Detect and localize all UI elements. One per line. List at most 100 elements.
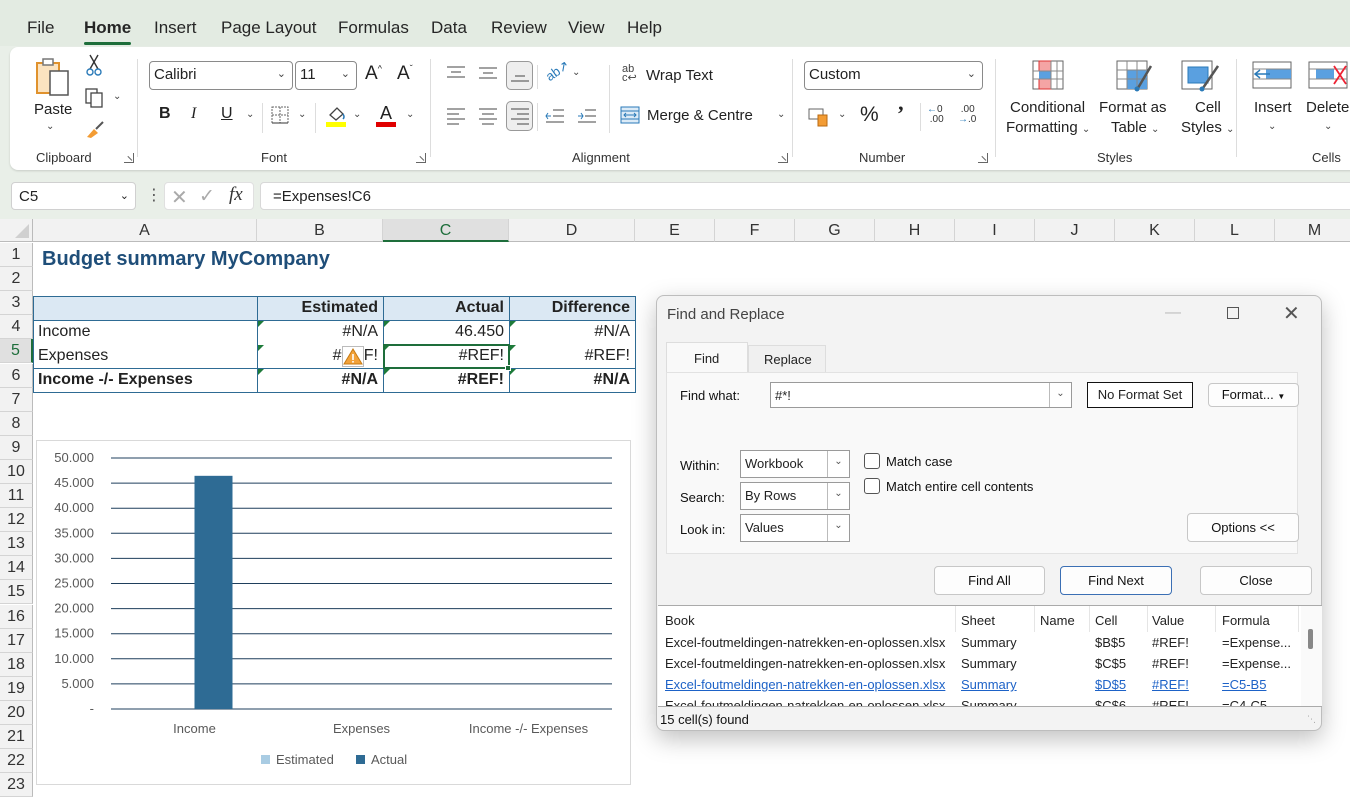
- column-header-i[interactable]: I: [955, 219, 1035, 242]
- row-header-1[interactable]: 1: [0, 243, 33, 268]
- row-header-2[interactable]: 2: [0, 267, 33, 292]
- column-header-h[interactable]: H: [875, 219, 955, 242]
- result-cell[interactable]: =C4-C5: [1222, 698, 1267, 706]
- column-header-e[interactable]: E: [635, 219, 715, 242]
- copy-dropdown-icon[interactable]: ⌄: [113, 91, 121, 102]
- result-cell[interactable]: Excel-foutmeldingen-natrekken-en-oplosse…: [665, 698, 945, 706]
- row-header-9[interactable]: 9: [0, 435, 33, 460]
- tab-view[interactable]: View: [568, 18, 605, 38]
- row-header-4[interactable]: 4: [0, 315, 33, 340]
- comma-style-button[interactable]: ’: [897, 101, 904, 127]
- result-cell[interactable]: #REF!: [1152, 698, 1189, 706]
- row-header-8[interactable]: 8: [0, 411, 33, 436]
- copy-icon[interactable]: [84, 87, 106, 109]
- result-cell[interactable]: =Expense...: [1222, 635, 1291, 650]
- number-launcher-icon[interactable]: [978, 153, 988, 163]
- font-name-dropdown[interactable]: Calibri ⌄: [149, 61, 293, 90]
- more-options-icon[interactable]: ⋮: [146, 185, 162, 205]
- results-scrollbar[interactable]: [1301, 606, 1322, 706]
- value-cell[interactable]: #N/A: [509, 368, 635, 392]
- row-header-7[interactable]: 7: [0, 387, 33, 412]
- chevron-down-icon[interactable]: ⌄: [1049, 383, 1071, 407]
- column-header-b[interactable]: B: [257, 219, 383, 242]
- row-header-5[interactable]: 5: [0, 339, 33, 364]
- font-size-dropdown[interactable]: 11 ⌄: [295, 61, 357, 90]
- sheet-title[interactable]: Budget summary MyCompany: [37, 246, 335, 272]
- scrollbar-thumb[interactable]: [1308, 629, 1313, 649]
- cancel-icon[interactable]: ✕: [171, 185, 188, 210]
- match-case-checkbox[interactable]: [864, 453, 880, 469]
- tab-file[interactable]: File: [27, 18, 54, 38]
- error-options-button[interactable]: [342, 346, 364, 367]
- chart[interactable]: - 5.000 10.000 15.000 20.000 25.000 30.000 35.0…: [36, 440, 631, 785]
- result-cell[interactable]: Excel-foutmeldingen-natrekken-en-oplosse…: [665, 656, 945, 671]
- percent-button[interactable]: %: [860, 103, 879, 127]
- value-cell[interactable]: #REF!: [383, 368, 509, 392]
- paste-button[interactable]: Paste ⌄: [24, 55, 80, 135]
- value-cell[interactable]: #N/A: [257, 320, 383, 344]
- bold-button[interactable]: B: [159, 105, 171, 123]
- result-cell[interactable]: Excel-foutmeldingen-natrekken-en-oplosse…: [665, 677, 945, 692]
- results-list[interactable]: Book Sheet Name Cell Value Formula Excel-foutm…: [658, 605, 1322, 707]
- result-cell[interactable]: Summary: [961, 635, 1017, 650]
- find-all-button[interactable]: Find All: [934, 566, 1045, 595]
- italic-button[interactable]: I: [191, 105, 196, 123]
- name-box[interactable]: C5 ⌄: [11, 182, 136, 210]
- cell-styles-button[interactable]: Cell Styles ⌄: [1175, 57, 1237, 141]
- result-cell[interactable]: $D$5: [1095, 677, 1126, 692]
- orientation-dropdown-icon[interactable]: ⌄: [572, 67, 580, 78]
- borders-icon[interactable]: [271, 106, 289, 124]
- fill-color-icon[interactable]: [326, 103, 348, 127]
- fill-color-dropdown-icon[interactable]: ⌄: [353, 109, 361, 120]
- decrease-decimal-button[interactable]: .00 →.0: [958, 105, 976, 125]
- minimize-icon[interactable]: —: [1165, 304, 1181, 322]
- table-header-cell[interactable]: Actual: [383, 296, 509, 320]
- column-header-g[interactable]: G: [795, 219, 875, 242]
- borders-dropdown-icon[interactable]: ⌄: [298, 109, 306, 120]
- resize-grip-icon[interactable]: ⋱: [1307, 714, 1316, 725]
- tab-data[interactable]: Data: [431, 18, 467, 38]
- value-cell[interactable]: 46.450: [383, 320, 509, 344]
- result-cell[interactable]: Excel-foutmeldingen-natrekken-en-oplosse…: [665, 635, 945, 650]
- column-header-f[interactable]: F: [715, 219, 795, 242]
- match-entire-checkbox[interactable]: [864, 478, 880, 494]
- insert-cells-button[interactable]: Insert ⌄: [1246, 57, 1300, 141]
- value-cell[interactable]: #N/A: [509, 320, 635, 344]
- find-next-button[interactable]: Find Next: [1060, 566, 1172, 595]
- insert-function-icon[interactable]: fx: [229, 184, 243, 206]
- formula-input[interactable]: =Expenses!C6: [260, 182, 1350, 210]
- tab-insert[interactable]: Insert: [154, 18, 197, 38]
- shrink-font-button[interactable]: Aˇ: [397, 63, 413, 85]
- align-right-button[interactable]: [506, 101, 533, 131]
- look-in-select[interactable]: Values ⌄: [740, 514, 850, 542]
- column-header-k[interactable]: K: [1115, 219, 1195, 242]
- result-cell[interactable]: =C5-B5: [1222, 677, 1266, 692]
- increase-indent-icon[interactable]: [577, 107, 597, 125]
- within-select[interactable]: Workbook ⌄: [740, 450, 850, 478]
- column-header-m[interactable]: M: [1275, 219, 1350, 242]
- row-header-3[interactable]: 3: [0, 291, 33, 316]
- increase-decimal-button[interactable]: ←0 .00: [927, 105, 944, 125]
- enter-icon[interactable]: ✓: [199, 185, 215, 208]
- table-header-cell[interactable]: [33, 296, 257, 320]
- column-header-l[interactable]: L: [1195, 219, 1275, 242]
- column-header-a[interactable]: A: [33, 219, 257, 242]
- decrease-indent-icon[interactable]: [545, 107, 565, 125]
- align-middle-icon[interactable]: [478, 65, 498, 81]
- font-launcher-icon[interactable]: [416, 153, 426, 163]
- format-as-table-button[interactable]: Format as Table ⌄: [1096, 57, 1172, 141]
- orientation-icon[interactable]: ab↗: [543, 57, 573, 85]
- row-header-17[interactable]: 17: [0, 628, 33, 653]
- row-label-cell[interactable]: Expenses: [33, 344, 257, 368]
- maximize-button[interactable]: [1227, 307, 1239, 319]
- format-painter-icon[interactable]: [84, 119, 106, 139]
- result-cell[interactable]: Summary: [961, 656, 1017, 671]
- row-header-11[interactable]: 11: [0, 484, 33, 509]
- result-cell[interactable]: Summary: [961, 677, 1017, 692]
- row-label-cell[interactable]: Income -/- Expenses: [33, 368, 257, 392]
- grow-font-button[interactable]: A^: [365, 63, 382, 85]
- format-button[interactable]: Format... ▼: [1208, 383, 1299, 407]
- tab-home[interactable]: Home: [84, 18, 132, 45]
- column-header-c[interactable]: C: [383, 219, 509, 242]
- align-top-icon[interactable]: [446, 65, 466, 81]
